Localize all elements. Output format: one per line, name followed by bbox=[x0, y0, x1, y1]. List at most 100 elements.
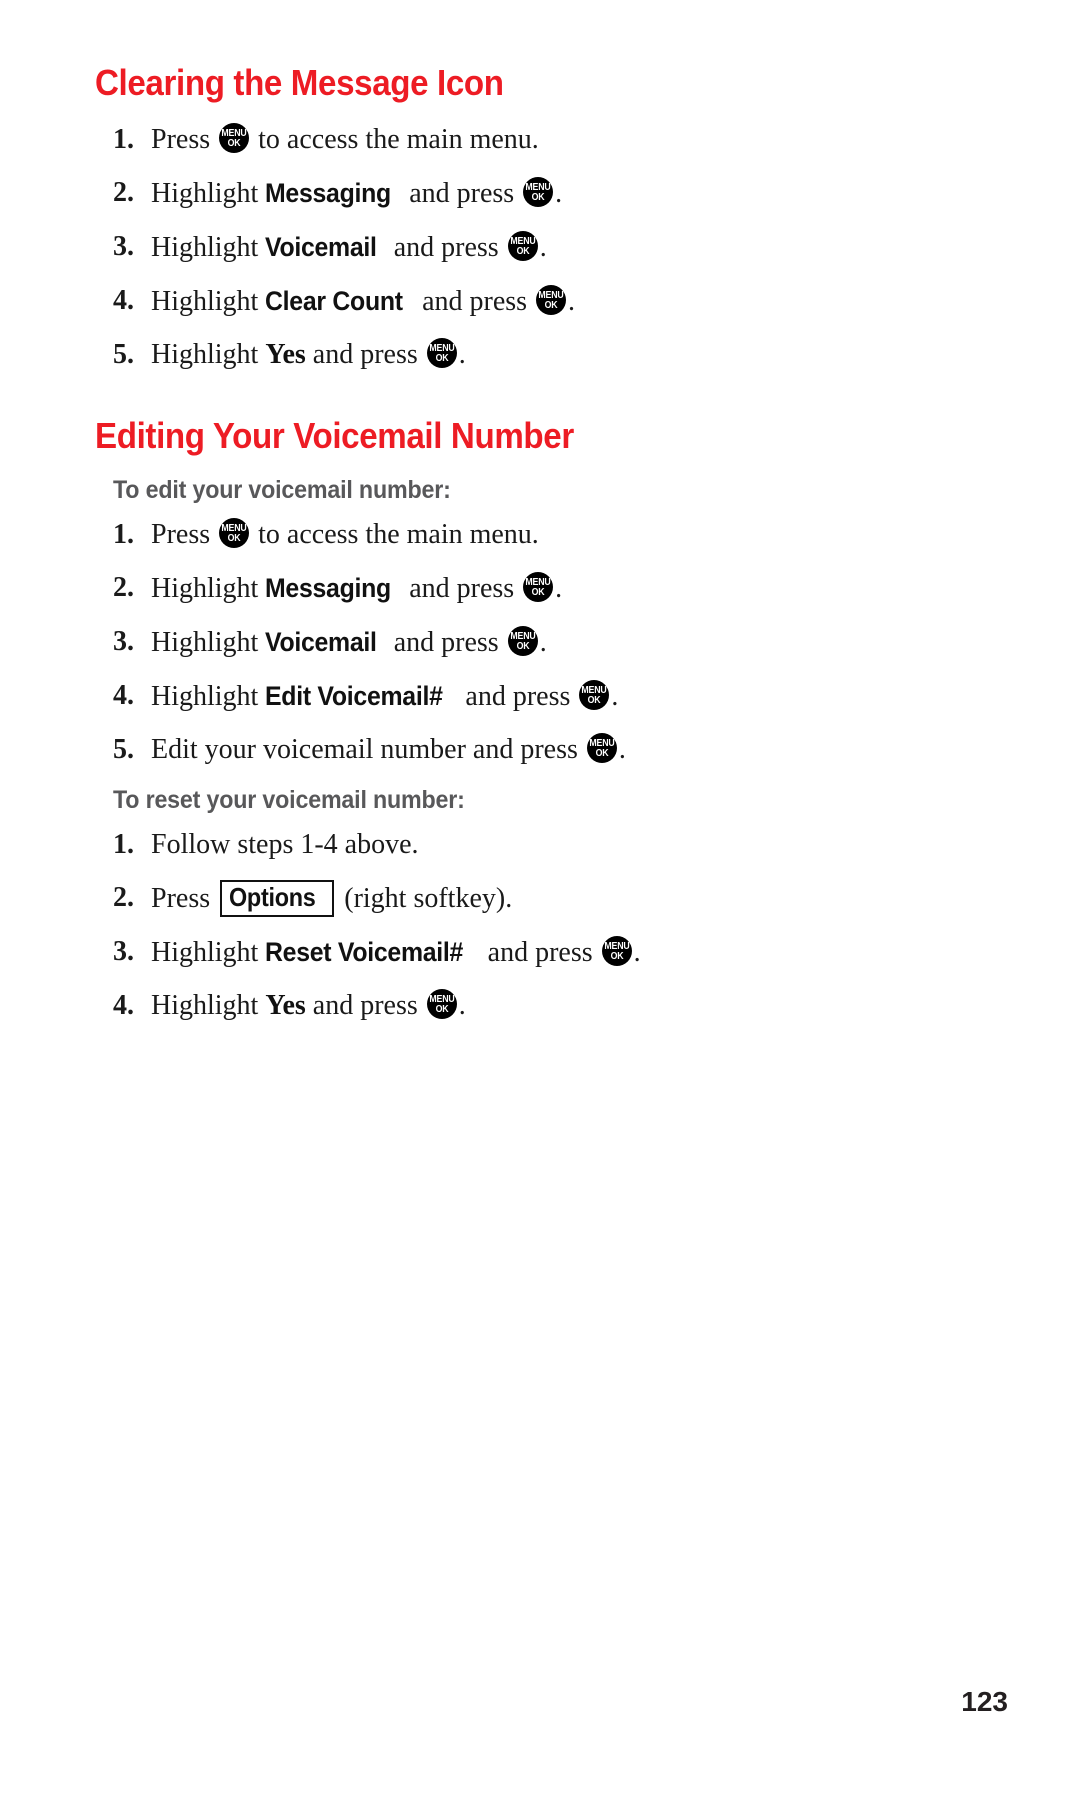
step-text: . bbox=[618, 734, 626, 765]
step-text: . bbox=[568, 286, 576, 317]
step-number: 5. bbox=[113, 734, 134, 765]
step-item: 1. Follow steps 1-4 above. bbox=[113, 827, 985, 863]
step-text: and press bbox=[402, 178, 522, 209]
menu-key-line2: OK bbox=[435, 1004, 449, 1015]
softkey-label: Options bbox=[229, 882, 316, 912]
step-number: 5. bbox=[113, 339, 134, 370]
menu-key-line2: OK bbox=[544, 300, 558, 311]
menu-ok-key-icon: MENU OK bbox=[507, 626, 538, 656]
subheading-to-reset-your-voicemail-number: To reset your voicemail number: bbox=[113, 786, 465, 814]
step-text: . bbox=[539, 232, 547, 263]
menu-option-name: Clear Count bbox=[265, 286, 404, 316]
page-content: Clearing the Message Icon 1. Press MENU OK… bbox=[95, 62, 985, 1041]
step-list-clearing-message-icon: 1. Press MENU OK to access the main menu. 2… bbox=[95, 122, 985, 373]
step-text: Follow steps 1-4 above. bbox=[151, 829, 419, 860]
emphasized-term: Yes bbox=[265, 339, 306, 370]
menu-key-line2: OK bbox=[435, 353, 449, 364]
menu-key-line2: OK bbox=[227, 533, 241, 544]
step-item: 2. Highlight Messaging and press MENU OK. bbox=[113, 175, 985, 212]
step-number: 4. bbox=[113, 285, 134, 316]
step-text: . bbox=[555, 573, 563, 604]
step-text: . bbox=[555, 178, 563, 209]
step-number: 1. bbox=[113, 519, 134, 550]
menu-ok-key-icon: MENU OK bbox=[601, 936, 632, 966]
step-item: 3. Highlight Reset Voicemail# and press M… bbox=[113, 934, 985, 971]
step-text: and press bbox=[305, 339, 425, 370]
step-text: and press bbox=[480, 937, 600, 968]
step-text: and press bbox=[386, 232, 506, 263]
step-text: Highlight bbox=[151, 990, 266, 1021]
step-text: (right softkey). bbox=[337, 883, 513, 914]
step-number: 3. bbox=[113, 936, 134, 967]
menu-key-line2: OK bbox=[516, 641, 530, 652]
step-item: 4. Highlight Edit Voicemail# and press ME… bbox=[113, 678, 985, 715]
section-heading-clearing-the-message-icon: Clearing the Message Icon bbox=[95, 62, 504, 103]
menu-option-name: Reset Voicemail# bbox=[265, 937, 464, 967]
step-text: . bbox=[539, 627, 547, 658]
menu-ok-key-icon: MENU OK bbox=[579, 680, 610, 710]
step-text: and press bbox=[402, 573, 522, 604]
softkey-button-options: Options bbox=[220, 880, 335, 917]
step-item: 1. Press MENU OK to access the main menu. bbox=[113, 122, 985, 158]
step-text: and press bbox=[305, 990, 425, 1021]
step-item: 5. Edit your voicemail number and press M… bbox=[113, 732, 985, 768]
menu-option-name: Voicemail bbox=[265, 232, 377, 262]
menu-key-line2: OK bbox=[531, 192, 545, 203]
step-number: 3. bbox=[113, 231, 134, 262]
step-item: 4. Highlight Clear Count and press MENU OK… bbox=[113, 283, 985, 320]
step-text: Highlight bbox=[151, 627, 266, 658]
menu-ok-key-icon: MENU OK bbox=[586, 733, 617, 763]
step-text: Highlight bbox=[151, 339, 266, 370]
step-item: 2. Highlight Messaging and press MENU OK. bbox=[113, 570, 985, 607]
step-item: 3. Highlight Voicemail and press MENU OK. bbox=[113, 229, 985, 266]
step-text: Highlight bbox=[151, 573, 266, 604]
menu-key-line2: OK bbox=[610, 951, 624, 962]
step-item: 4. Highlight Yes and press MENU OK. bbox=[113, 988, 985, 1024]
step-text: . bbox=[633, 937, 641, 968]
step-text: Press bbox=[151, 883, 218, 914]
step-item: 1. Press MENU OK to access the main menu. bbox=[113, 517, 985, 553]
step-list-reset-voicemail-number: 1. Follow steps 1-4 above. 2. Press Options… bbox=[95, 827, 985, 1024]
step-item: 2. Press Options (right softkey). bbox=[113, 880, 985, 917]
step-number: 4. bbox=[113, 680, 134, 711]
menu-ok-key-icon: MENU OK bbox=[426, 989, 457, 1019]
step-number: 2. bbox=[113, 572, 134, 603]
step-number: 2. bbox=[113, 177, 134, 208]
step-number: 2. bbox=[113, 882, 134, 913]
subheading-to-edit-your-voicemail-number: To edit your voicemail number: bbox=[113, 476, 451, 504]
step-text: . bbox=[458, 990, 466, 1021]
emphasized-term: Yes bbox=[265, 990, 306, 1021]
step-list-edit-voicemail-number: 1. Press MENU OK to access the main menu. 2… bbox=[95, 517, 985, 768]
page-number: 123 bbox=[961, 1686, 1008, 1717]
step-text: Press bbox=[151, 124, 218, 155]
step-text: Highlight bbox=[151, 286, 266, 317]
step-text: to access the main menu. bbox=[251, 519, 539, 550]
menu-ok-key-icon: MENU OK bbox=[219, 518, 250, 548]
step-text: and press bbox=[386, 627, 506, 658]
menu-ok-key-icon: MENU OK bbox=[219, 123, 250, 153]
menu-ok-key-icon: MENU OK bbox=[426, 338, 457, 368]
menu-option-name: Messaging bbox=[265, 178, 392, 208]
menu-option-name: Edit Voicemail# bbox=[265, 681, 443, 711]
menu-key-line2: OK bbox=[587, 695, 601, 706]
section-heading-editing-your-voicemail-number: Editing Your Voicemail Number bbox=[95, 415, 574, 456]
menu-ok-key-icon: MENU OK bbox=[523, 177, 554, 207]
step-text: Highlight bbox=[151, 178, 266, 209]
step-text: Press bbox=[151, 519, 218, 550]
step-text: Highlight bbox=[151, 937, 266, 968]
menu-ok-key-icon: MENU OK bbox=[507, 231, 538, 261]
menu-option-name: Messaging bbox=[265, 573, 392, 603]
step-number: 4. bbox=[113, 990, 134, 1021]
menu-key-line2: OK bbox=[531, 587, 545, 598]
step-text: and press bbox=[458, 681, 578, 712]
step-text: to access the main menu. bbox=[251, 124, 539, 155]
menu-key-line2: OK bbox=[516, 246, 530, 257]
step-item: 5. Highlight Yes and press MENU OK. bbox=[113, 337, 985, 373]
step-item: 3. Highlight Voicemail and press MENU OK. bbox=[113, 624, 985, 661]
step-number: 3. bbox=[113, 626, 134, 657]
manual-page: Clearing the Message Icon 1. Press MENU OK… bbox=[0, 0, 1080, 1800]
step-number: 1. bbox=[113, 829, 134, 860]
menu-key-line2: OK bbox=[595, 748, 609, 759]
step-text: . bbox=[458, 339, 466, 370]
step-text: and press bbox=[415, 286, 535, 317]
